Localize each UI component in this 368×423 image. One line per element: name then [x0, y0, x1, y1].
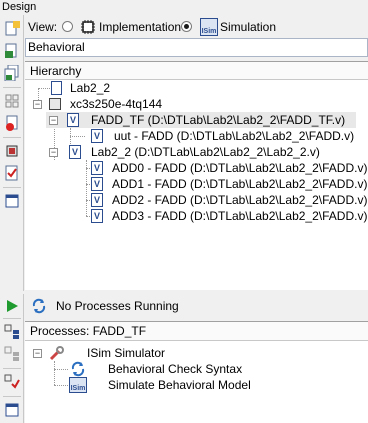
design-toolbar: [0, 15, 24, 291]
simulation-label[interactable]: Simulation: [220, 16, 276, 38]
new-source-icon[interactable]: [4, 21, 20, 37]
processes-header: Processes: FADD_TF: [25, 321, 368, 341]
implementation-radio[interactable]: [62, 21, 73, 32]
tree-node-label: ADD1 - FADD (D:\DTLab\Lab2\Lab2_2\FADD.v…: [112, 177, 368, 191]
remove-source-icon[interactable]: [4, 115, 20, 131]
view-label: View:: [28, 20, 58, 34]
verilog-file-icon: V: [91, 193, 103, 207]
process-status-text: No Processes Running: [56, 299, 179, 313]
tree-node-label: xc3s250e-4tq144: [70, 97, 163, 111]
checklist-icon[interactable]: [4, 165, 20, 181]
process-label: Simulate Behavioral Model: [108, 378, 251, 392]
chip-properties-icon[interactable]: [4, 143, 20, 159]
collapse-all-icon[interactable]: [4, 346, 20, 362]
collapse-icon[interactable]: −: [33, 349, 42, 358]
implementation-chip-icon: [80, 19, 96, 35]
tree-node-add3[interactable]: V ADD3 - FADD (D:\DTLab\Lab2\Lab2_2\FADD…: [25, 208, 368, 224]
process-isim-simulator[interactable]: − ISim Simulator: [25, 345, 368, 361]
tools-icon: [49, 345, 65, 361]
view-type-combo[interactable]: Behavioral: [25, 38, 368, 57]
processes-tree[interactable]: − ISim Simulator Behavioral Check Syntax…: [25, 341, 368, 423]
collapse-icon[interactable]: −: [33, 100, 42, 109]
hierarchy-header: Hierarchy: [25, 61, 368, 80]
tree-node-uut[interactable]: V uut - FADD (D:\DTLab\Lab2\Lab2_2\FADD.…: [25, 128, 368, 144]
verilog-file-icon: V: [91, 209, 103, 223]
tree-node-project[interactable]: Lab2_2: [25, 80, 368, 96]
isim-icon: ISim: [69, 377, 87, 393]
device-chip-icon: [49, 98, 61, 110]
verilog-file-icon: V: [91, 161, 103, 175]
tree-node-fadd-tf[interactable]: − V FADD_TF (D:\DTLab\Lab2\Lab2_2\FADD_T…: [46, 112, 356, 128]
project-file-icon: [51, 81, 62, 95]
refresh-icon: [70, 361, 86, 377]
process-label: ISim Simulator: [87, 346, 166, 360]
hierarchy-tree[interactable]: Lab2_2 − xc3s250e-4tq144 − V FADD_TF (D:…: [25, 80, 368, 290]
tree-node-label: uut - FADD (D:\DTLab\Lab2\Lab2_2\FADD.v): [114, 129, 355, 143]
process-status: No Processes Running: [25, 296, 368, 316]
tree-node-add2[interactable]: V ADD2 - FADD (D:\DTLab\Lab2\Lab2_2\FADD…: [25, 192, 368, 208]
tree-node-label: Lab2_2: [70, 81, 111, 95]
panel-splitter[interactable]: [0, 291, 368, 294]
process-simulate-behavioral-model[interactable]: ISim Simulate Behavioral Model: [25, 377, 368, 393]
implementation-label[interactable]: Implementation: [99, 16, 181, 38]
panel-title: Design: [0, 0, 368, 14]
verilog-file-icon: V: [91, 177, 103, 191]
simulation-isim-icon: ISim: [200, 18, 218, 36]
tree-node-add0[interactable]: V ADD0 - FADD (D:\DTLab\Lab2\Lab2_2\FADD…: [25, 160, 368, 176]
add-copy-source-icon[interactable]: [4, 64, 20, 82]
tree-node-label: ADD3 - FADD (D:\DTLab\Lab2\Lab2_2\FADD.v…: [112, 209, 368, 223]
tree-node-device[interactable]: − xc3s250e-4tq144: [25, 96, 368, 112]
tree-node-label: ADD2 - FADD (D:\DTLab\Lab2\Lab2_2\FADD.v…: [112, 193, 368, 207]
process-toolbar: [0, 294, 24, 423]
view-selector: View: Implementation ISim Simulation: [25, 16, 368, 38]
expand-all-icon[interactable]: [4, 324, 20, 340]
collapse-icon[interactable]: −: [49, 116, 58, 125]
run-icon[interactable]: [4, 298, 20, 314]
process-behavioral-check-syntax[interactable]: Behavioral Check Syntax: [25, 361, 368, 377]
tree-node-label: ADD0 - FADD (D:\DTLab\Lab2\Lab2_2\FADD.v…: [112, 161, 368, 175]
process-properties-icon[interactable]: [4, 374, 20, 390]
window-icon[interactable]: [4, 193, 20, 209]
window-icon[interactable]: [4, 402, 20, 418]
hierarchy-icon[interactable]: [4, 93, 20, 109]
process-label: Behavioral Check Syntax: [108, 362, 243, 376]
tree-node-add1[interactable]: V ADD1 - FADD (D:\DTLab\Lab2\Lab2_2\FADD…: [25, 176, 368, 192]
tree-node-label: Lab2_2 (D:\DTLab\Lab2\Lab2_2\Lab2_2.v): [91, 145, 320, 159]
add-source-icon[interactable]: [4, 43, 20, 59]
refresh-icon: [31, 298, 47, 314]
tree-node-label: FADD_TF (D:\DTLab\Lab2\Lab2_2\FADD_TF.v): [91, 113, 346, 127]
collapse-icon[interactable]: −: [49, 148, 58, 157]
verilog-file-icon: V: [91, 129, 103, 143]
tree-node-lab2-2[interactable]: − V Lab2_2 (D:\DTLab\Lab2\Lab2_2\Lab2_2.…: [25, 144, 368, 160]
simulation-radio[interactable]: [181, 21, 192, 32]
verilog-file-icon: V: [67, 113, 79, 127]
verilog-file-icon: V: [69, 145, 81, 159]
